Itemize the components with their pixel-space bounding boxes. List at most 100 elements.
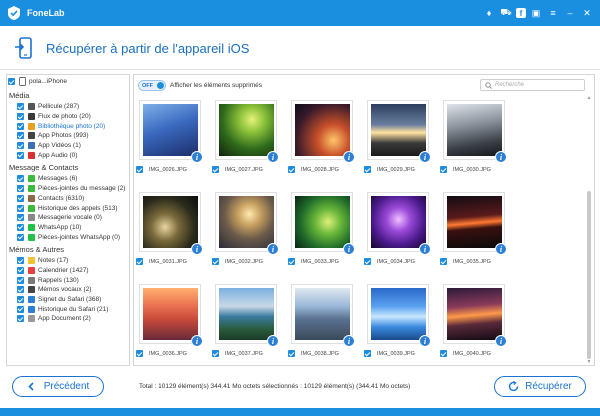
photo-checkbox[interactable] bbox=[364, 258, 371, 265]
info-icon[interactable]: i bbox=[495, 335, 507, 347]
photo-checkbox[interactable] bbox=[288, 350, 295, 357]
sidebar-item[interactable]: Historique des appels (513) bbox=[7, 203, 129, 213]
photo-checkbox[interactable] bbox=[212, 258, 219, 265]
photo-select-row[interactable]: IMG_0031.JPG bbox=[136, 258, 187, 265]
info-icon[interactable]: i bbox=[495, 151, 507, 163]
sidebar-item[interactable]: Notes (17) bbox=[7, 256, 129, 266]
sidebar-item[interactable]: Messages (6) bbox=[7, 174, 129, 184]
sidebar-item-checkbox[interactable] bbox=[17, 132, 24, 140]
photo-select-row[interactable]: IMG_0029.JPG bbox=[364, 166, 415, 173]
photo-checkbox[interactable] bbox=[136, 166, 143, 173]
photo-thumbnail[interactable]: i bbox=[443, 100, 507, 163]
sidebar-item-checkbox[interactable] bbox=[17, 315, 24, 323]
sidebar-item-checkbox[interactable] bbox=[17, 296, 24, 304]
search-input[interactable]: Recherche bbox=[480, 79, 585, 91]
sidebar-item[interactable]: App Audio (0) bbox=[7, 150, 129, 160]
photo-thumbnail[interactable]: i bbox=[215, 192, 279, 255]
photo-thumbnail[interactable]: i bbox=[291, 192, 355, 255]
photo-thumbnail[interactable]: i bbox=[215, 100, 279, 163]
device-row[interactable]: pola...iPhone bbox=[7, 75, 129, 88]
photo-checkbox[interactable] bbox=[440, 258, 447, 265]
info-icon[interactable]: i bbox=[419, 243, 431, 255]
photo-select-row[interactable]: IMG_0028.JPG bbox=[288, 166, 339, 173]
sidebar-item-checkbox[interactable] bbox=[17, 103, 24, 111]
show-deleted-toggle[interactable]: OFF bbox=[138, 80, 166, 91]
info-icon[interactable]: i bbox=[191, 151, 203, 163]
sidebar-item[interactable]: App Document (2) bbox=[7, 314, 129, 324]
photo-checkbox[interactable] bbox=[136, 258, 143, 265]
sidebar-item[interactable]: Rappels (130) bbox=[7, 275, 129, 285]
photo-checkbox[interactable] bbox=[136, 350, 143, 357]
scrollbar-thumb[interactable] bbox=[587, 191, 591, 359]
photo-thumbnail[interactable]: i bbox=[139, 100, 203, 163]
photo-thumbnail[interactable]: i bbox=[139, 192, 203, 255]
scroll-down-icon[interactable]: ▼ bbox=[586, 359, 592, 365]
minimize-icon[interactable]: – bbox=[563, 6, 577, 20]
info-icon[interactable]: i bbox=[419, 335, 431, 347]
sidebar-item[interactable]: Contacts (6310) bbox=[7, 194, 129, 204]
info-icon[interactable]: i bbox=[343, 243, 355, 255]
recover-button[interactable]: Récupérer bbox=[494, 376, 586, 397]
sidebar-item[interactable]: Flux de photo (20) bbox=[7, 112, 129, 122]
sidebar-item-checkbox[interactable] bbox=[17, 151, 24, 159]
info-icon[interactable]: i bbox=[495, 243, 507, 255]
sidebar-item[interactable]: App Vidéos (1) bbox=[7, 141, 129, 151]
photo-select-row[interactable]: IMG_0036.JPG bbox=[136, 350, 187, 357]
photo-select-row[interactable]: IMG_0030.JPG bbox=[440, 166, 491, 173]
photo-checkbox[interactable] bbox=[212, 350, 219, 357]
sidebar-item[interactable]: Signet du Safari (368) bbox=[7, 295, 129, 305]
photo-select-row[interactable]: IMG_0027.JPG bbox=[212, 166, 263, 173]
sidebar-item-checkbox[interactable] bbox=[17, 185, 24, 193]
scroll-up-icon[interactable]: ▲ bbox=[586, 95, 592, 101]
photo-thumbnail[interactable]: i bbox=[367, 192, 431, 255]
photo-thumbnail[interactable]: i bbox=[443, 192, 507, 255]
photo-select-row[interactable]: IMG_0038.JPG bbox=[288, 350, 339, 357]
sidebar-item[interactable]: Pièces-jointes du message (2) bbox=[7, 184, 129, 194]
sidebar-item-checkbox[interactable] bbox=[17, 257, 24, 265]
photo-thumbnail[interactable]: i bbox=[443, 284, 507, 347]
sidebar-item[interactable]: App Photos (993) bbox=[7, 131, 129, 141]
photo-checkbox[interactable] bbox=[288, 166, 295, 173]
info-icon[interactable]: i bbox=[267, 335, 279, 347]
photo-checkbox[interactable] bbox=[212, 166, 219, 173]
device-checkbox[interactable] bbox=[8, 78, 15, 85]
sidebar-item-checkbox[interactable] bbox=[17, 266, 24, 274]
photo-select-row[interactable]: IMG_0040.JPG bbox=[440, 350, 491, 357]
info-icon[interactable]: i bbox=[191, 243, 203, 255]
sidebar-item[interactable]: Mémos vocaux (2) bbox=[7, 285, 129, 295]
sidebar-item-checkbox[interactable] bbox=[17, 223, 24, 231]
photo-select-row[interactable]: IMG_0037.JPG bbox=[212, 350, 263, 357]
sidebar-item[interactable]: Pièces-jointes WhatsApp (0) bbox=[7, 232, 129, 242]
sidebar-item[interactable]: WhatsApp (10) bbox=[7, 223, 129, 233]
photo-select-row[interactable]: IMG_0039.JPG bbox=[364, 350, 415, 357]
cart-icon[interactable]: ⛟ bbox=[499, 6, 513, 20]
sidebar-item-checkbox[interactable] bbox=[17, 175, 24, 183]
sidebar-item-checkbox[interactable] bbox=[17, 276, 24, 284]
photo-thumbnail[interactable]: i bbox=[139, 284, 203, 347]
sidebar-item-checkbox[interactable] bbox=[17, 214, 24, 222]
facebook-icon[interactable]: f bbox=[516, 8, 526, 18]
diamond-icon[interactable]: ♦ bbox=[482, 6, 496, 20]
info-icon[interactable]: i bbox=[267, 243, 279, 255]
photo-checkbox[interactable] bbox=[364, 350, 371, 357]
sidebar-item[interactable]: Pellicule (287) bbox=[7, 102, 129, 112]
photo-checkbox[interactable] bbox=[364, 166, 371, 173]
sidebar-item-checkbox[interactable] bbox=[17, 142, 24, 150]
sidebar-item-checkbox[interactable] bbox=[17, 194, 24, 202]
photo-select-row[interactable]: IMG_0032.JPG bbox=[212, 258, 263, 265]
info-icon[interactable]: i bbox=[343, 335, 355, 347]
photo-thumbnail[interactable]: i bbox=[291, 100, 355, 163]
photo-select-row[interactable]: IMG_0033.JPG bbox=[288, 258, 339, 265]
sidebar-item[interactable]: Bibliothèque photo (20) bbox=[7, 121, 129, 131]
vertical-scrollbar[interactable]: ▲ ▼ bbox=[585, 95, 593, 365]
menu-icon[interactable]: ≡ bbox=[546, 6, 560, 20]
back-button[interactable]: Précédent bbox=[12, 376, 104, 397]
info-icon[interactable]: i bbox=[191, 335, 203, 347]
close-icon[interactable]: ✕ bbox=[580, 6, 594, 20]
sidebar-item-checkbox[interactable] bbox=[17, 204, 24, 212]
chat-icon[interactable]: ▣ bbox=[529, 6, 543, 20]
sidebar-item-checkbox[interactable] bbox=[17, 286, 24, 294]
sidebar-item-checkbox[interactable] bbox=[17, 113, 24, 121]
info-icon[interactable]: i bbox=[419, 151, 431, 163]
sidebar-item-checkbox[interactable] bbox=[17, 233, 24, 241]
